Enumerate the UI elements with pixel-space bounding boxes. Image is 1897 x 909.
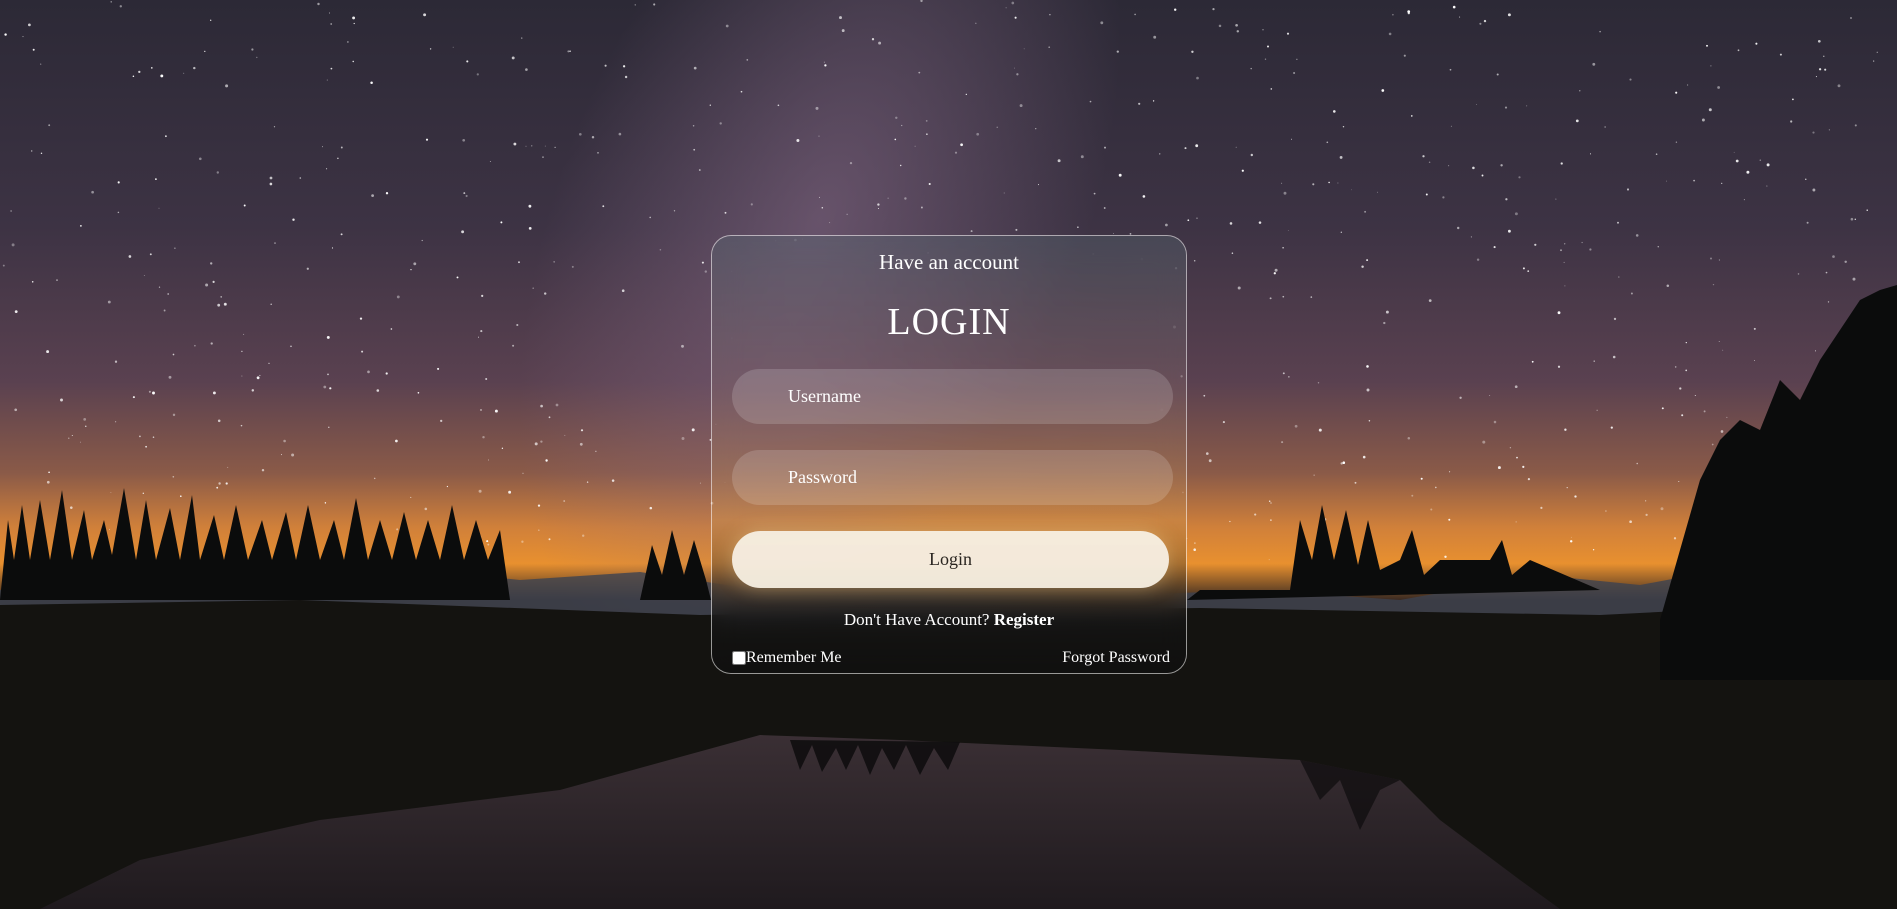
username-input[interactable]: [732, 369, 1173, 424]
password-input[interactable]: [732, 450, 1173, 505]
options-row: Remember Me Forgot Password: [732, 649, 1170, 671]
login-card: Have an account LOGIN Login Don't Have A…: [711, 235, 1187, 674]
register-link[interactable]: Register: [994, 610, 1054, 629]
remember-me-checkbox[interactable]: [732, 651, 746, 665]
remember-me[interactable]: Remember Me: [732, 649, 842, 667]
register-prompt: Don't Have Account? Register: [712, 610, 1186, 630]
forgot-password-link[interactable]: Forgot Password: [1062, 649, 1170, 667]
subtitle: Have an account: [879, 250, 1019, 274]
remember-me-label: Remember Me: [746, 649, 842, 666]
login-button[interactable]: Login: [732, 531, 1169, 588]
page-title: LOGIN: [887, 301, 1011, 343]
no-account-text: Don't Have Account?: [843, 610, 990, 629]
